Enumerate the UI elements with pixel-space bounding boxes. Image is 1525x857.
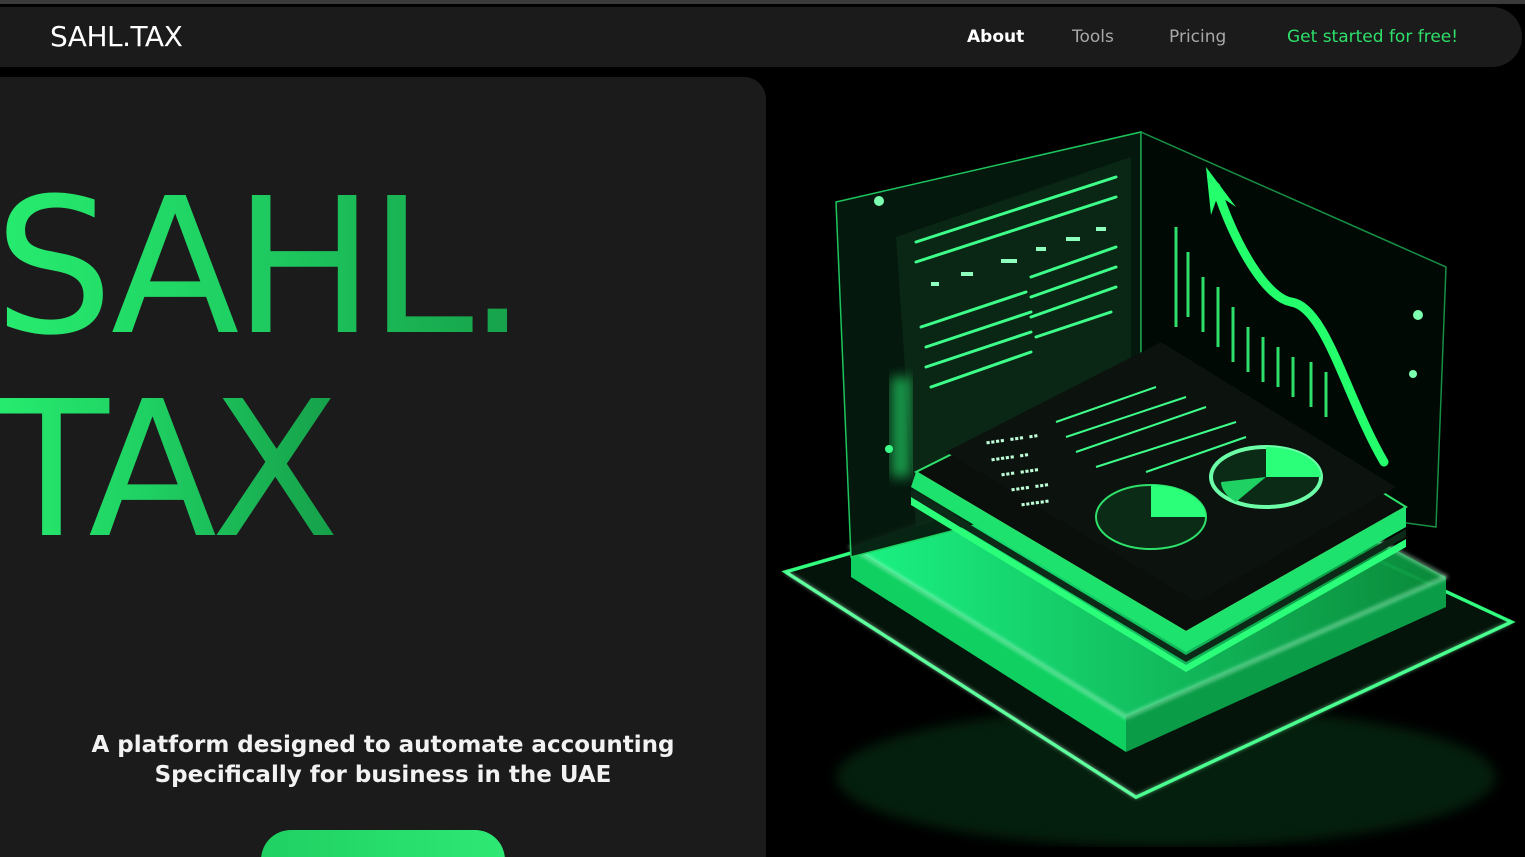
hero-cta-button[interactable] (261, 830, 505, 857)
nav-link-about[interactable]: About (967, 27, 1024, 47)
nav-link-pricing[interactable]: Pricing (1169, 27, 1226, 47)
top-divider (0, 0, 1525, 4)
top-navbar: SAHL.TAX About Tools Pricing Get started… (0, 7, 1522, 67)
hero-card: SAHL. TAX A platform designed to automat… (0, 77, 766, 857)
hero-headline-line1: SAHL. (0, 174, 527, 362)
hero-tagline: A platform designed to automate accounti… (0, 730, 766, 790)
site-logo[interactable]: SAHL.TAX (50, 20, 183, 53)
isometric-dashboard-icon: ▪▪▪▪ ▪▪▪ ▪▪ ▪▪▪▪▪ ▪▪ ▪▪▪ ▪▪▪▪ ▪▪▪▪ ▪▪▪ ▪… (781, 130, 1516, 847)
hero-tagline-line1: A platform designed to automate accounti… (91, 732, 675, 758)
nav-cta-get-started[interactable]: Get started for free! (1287, 27, 1458, 47)
hero-tagline-line2: Specifically for business in the UAE (154, 762, 612, 788)
hero-headline-line2: TAX (0, 377, 340, 565)
accounting-dashboard-illustration: ▪▪▪▪ ▪▪▪ ▪▪ ▪▪▪▪▪ ▪▪ ▪▪▪ ▪▪▪▪ ▪▪▪▪ ▪▪▪ ▪… (766, 77, 1525, 847)
nav-link-tools[interactable]: Tools (1072, 27, 1114, 47)
